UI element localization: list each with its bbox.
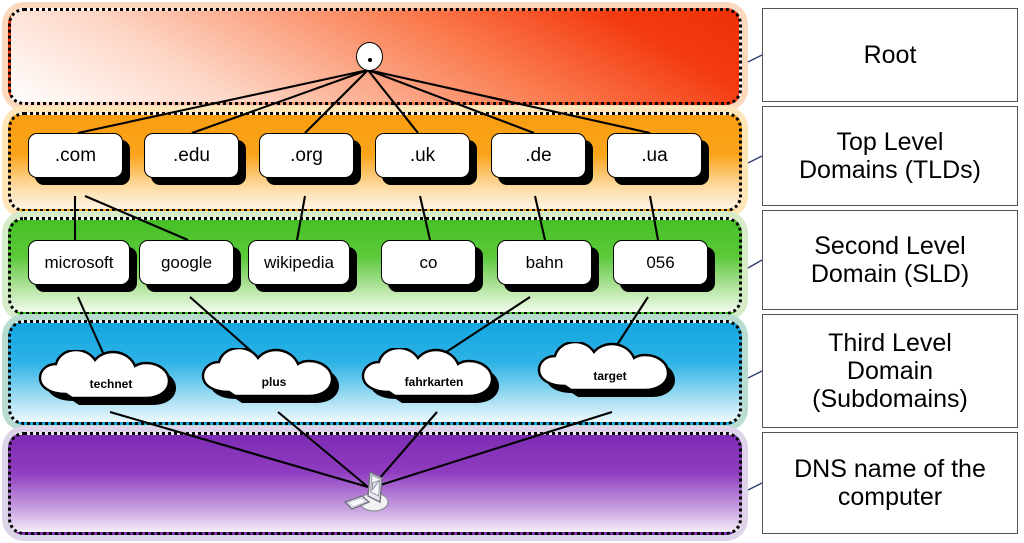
- tld-node-de[interactable]: .de: [491, 133, 593, 185]
- sld-node-microsoft-label: microsoft: [28, 240, 130, 285]
- sld-node-wikipedia-label: wikipedia: [248, 240, 350, 285]
- legend-label-sld: Second Level Domain (SLD): [762, 210, 1018, 310]
- computer-glyph: [343, 470, 389, 512]
- legend-label-tld-text: Top Level Domains (TLDs): [799, 128, 981, 184]
- tld-node-edu[interactable]: .edu: [144, 133, 246, 185]
- sld-node-bahn[interactable]: bahn: [497, 240, 599, 292]
- sld-node-bahn-label: bahn: [497, 240, 592, 285]
- dns-hierarchy-diagram: .com .edu .org .uk .de .ua microsoft goo…: [0, 0, 1024, 543]
- legend-label-tld: Top Level Domains (TLDs): [762, 106, 1018, 206]
- computer-icon[interactable]: [336, 452, 408, 524]
- tld-node-ua[interactable]: .ua: [607, 133, 709, 185]
- subdomain-cloud-fahrkarten[interactable]: fahrkarten: [355, 348, 513, 416]
- legend-label-root: Root: [762, 8, 1018, 102]
- tld-node-com-label: .com: [28, 133, 123, 178]
- sld-node-056[interactable]: 056: [613, 240, 715, 292]
- subdomain-cloud-target-label: target: [593, 369, 627, 383]
- subdomain-cloud-fahrkarten-label: fahrkarten: [404, 375, 464, 389]
- root-dot-icon: [356, 42, 383, 71]
- legend-label-third-text: Third Level Domain (Subdomains): [812, 329, 968, 413]
- tld-node-edu-label: .edu: [144, 133, 239, 178]
- legend-label-dns-text: DNS name of the computer: [794, 455, 986, 511]
- sld-node-microsoft[interactable]: microsoft: [28, 240, 137, 292]
- tld-node-de-label: .de: [491, 133, 586, 178]
- tld-node-org-label: .org: [259, 133, 354, 178]
- sld-node-wikipedia[interactable]: wikipedia: [248, 240, 357, 292]
- tld-node-com[interactable]: .com: [28, 133, 130, 185]
- sld-node-co-label: co: [381, 240, 476, 285]
- tld-node-uk[interactable]: .uk: [375, 133, 477, 185]
- sld-node-056-label: 056: [613, 240, 708, 285]
- legend-label-root-text: Root: [863, 41, 917, 69]
- sld-node-google[interactable]: google: [139, 240, 241, 292]
- tld-node-ua-label: .ua: [607, 133, 702, 178]
- tld-node-org[interactable]: .org: [259, 133, 361, 185]
- subdomain-cloud-technet[interactable]: technet: [32, 350, 190, 418]
- tld-node-uk-label: .uk: [375, 133, 470, 178]
- subdomain-cloud-technet-label: technet: [89, 377, 133, 391]
- legend-label-third: Third Level Domain (Subdomains): [762, 314, 1018, 428]
- legend-label-dns: DNS name of the computer: [762, 432, 1018, 534]
- root-dot-glyph: [367, 57, 372, 62]
- sld-node-google-label: google: [139, 240, 234, 285]
- sld-node-co[interactable]: co: [381, 240, 483, 292]
- subdomain-cloud-plus-label: plus: [261, 375, 287, 389]
- subdomain-cloud-plus[interactable]: plus: [195, 348, 353, 416]
- subdomain-cloud-target[interactable]: target: [531, 342, 689, 410]
- legend-label-sld-text: Second Level Domain (SLD): [810, 232, 970, 288]
